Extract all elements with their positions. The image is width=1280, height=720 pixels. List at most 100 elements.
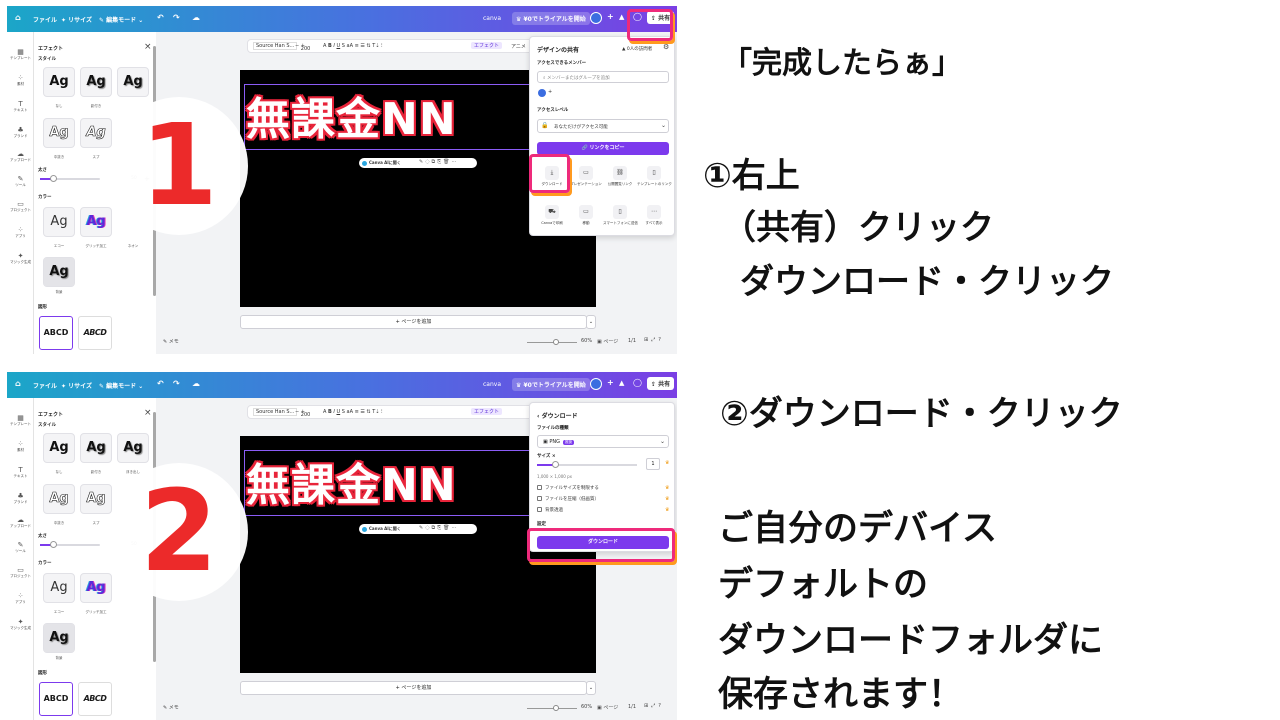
- avatar[interactable]: [590, 12, 602, 24]
- doc-title[interactable]: canva: [483, 381, 501, 388]
- pages-button[interactable]: ▣ ページ: [597, 338, 618, 345]
- add-page-button[interactable]: + ページを追加: [240, 315, 587, 329]
- option-print[interactable]: ⛟ Canvaで印刷: [535, 205, 569, 226]
- style-tile-echo[interactable]: Ag: [43, 573, 75, 603]
- file-menu[interactable]: ファイル: [33, 381, 57, 390]
- rail-item-uploads[interactable]: ☁ アップロード: [7, 516, 34, 529]
- style-tile-echo[interactable]: Ag: [43, 207, 75, 237]
- home-icon[interactable]: ⌂: [15, 379, 21, 388]
- rail-item-elements[interactable]: ⁘ 素材: [7, 74, 34, 87]
- style-tile-background[interactable]: Ag: [43, 623, 75, 653]
- font-size[interactable]: − 200 +: [295, 409, 310, 418]
- access-level-select[interactable]: あなただけがアクセス可能: [537, 119, 669, 133]
- floating-tool-icons[interactable]: ✎◌⧉⎘🗑⋯: [419, 525, 458, 531]
- ask-ai-button[interactable]: Canva AIに聞く: [369, 160, 401, 166]
- resize-menu[interactable]: ✦ リサイズ: [61, 381, 92, 390]
- size-slider[interactable]: [537, 461, 637, 468]
- back-button[interactable]: ‹ ダウンロード: [537, 411, 578, 420]
- thickness-slider[interactable]: [40, 541, 100, 548]
- compress-checkbox[interactable]: ファイルを圧縮（低画質）: [537, 496, 599, 502]
- style-tile-shadow[interactable]: Ag: [80, 433, 112, 463]
- undo-icon[interactable]: ↶: [157, 13, 164, 22]
- edit-mode-menu[interactable]: ✎ 編集モード ⌄: [99, 15, 143, 24]
- style-tile-lift[interactable]: Ag: [117, 433, 149, 463]
- font-size[interactable]: − 200 +: [295, 43, 310, 52]
- rail-item-apps[interactable]: ⁘ アプリ: [7, 592, 34, 605]
- comment-icon[interactable]: ◯: [633, 378, 642, 387]
- visitor-count[interactable]: ▲ 0人の訪問者: [622, 46, 652, 52]
- notes-button[interactable]: ✎ メモ: [163, 704, 179, 711]
- ask-ai-button[interactable]: Canva AIに聞く: [369, 526, 401, 532]
- analytics-icon[interactable]: ▲: [619, 379, 624, 387]
- notes-button[interactable]: ✎ メモ: [163, 338, 179, 345]
- rail-item-text[interactable]: T テキスト: [7, 466, 34, 479]
- rail-item-templates[interactable]: ▦ テンプレート: [7, 414, 34, 427]
- rail-item-apps[interactable]: ⁘ アプリ: [7, 226, 34, 239]
- add-member-icon[interactable]: +: [607, 12, 614, 21]
- style-tile-glitch[interactable]: Ag: [80, 207, 112, 237]
- shape-tile-none[interactable]: ABCD: [39, 682, 73, 716]
- rail-item-uploads[interactable]: ☁ アップロード: [7, 150, 34, 163]
- rail-item-templates[interactable]: ▦ テンプレート: [7, 48, 34, 61]
- animate-button[interactable]: アニメ: [511, 43, 526, 50]
- chevron-down-icon[interactable]: ⌄: [586, 681, 596, 695]
- rail-item-tools[interactable]: ✎ ツール: [7, 541, 34, 554]
- shape-tile-curve[interactable]: ABCD: [78, 316, 112, 350]
- limit-size-checkbox[interactable]: ファイルサイズを制限する: [537, 485, 599, 491]
- font-select[interactable]: Source Han S...: [253, 408, 298, 416]
- view-icons[interactable]: ⊞⤢?: [644, 703, 664, 709]
- zoom-value[interactable]: 60%: [581, 338, 592, 344]
- rail-item-brand[interactable]: ♣ ブランド: [7, 126, 34, 139]
- undo-icon[interactable]: ↶: [157, 379, 164, 388]
- style-tile-none[interactable]: Ag: [43, 67, 75, 97]
- floating-tool-icons[interactable]: ✎◌⧉⎘🗑⋯: [419, 159, 458, 165]
- pages-button[interactable]: ▣ ページ: [597, 704, 618, 711]
- rail-item-brand[interactable]: ♣ ブランド: [7, 492, 34, 505]
- rail-item-text[interactable]: T テキスト: [7, 100, 34, 113]
- resize-menu[interactable]: ✦ リサイズ: [61, 15, 92, 24]
- shape-tile-curve[interactable]: ABCD: [78, 682, 112, 716]
- effects-button[interactable]: エフェクト: [471, 408, 503, 415]
- style-tile-background[interactable]: Ag: [43, 257, 75, 287]
- text-format-icons[interactable]: A B I U S aA ≡ ☰ ⇅ T⇣ ⁝: [323, 409, 383, 415]
- file-type-select[interactable]: ▣ PNG 推奨: [537, 435, 669, 448]
- option-see-all[interactable]: ⋯ すべて表示: [637, 205, 671, 226]
- avatar[interactable]: [590, 378, 602, 390]
- doc-title[interactable]: canva: [483, 15, 501, 22]
- style-tile-glitch[interactable]: Ag: [80, 573, 112, 603]
- style-tile-splice[interactable]: Ag: [80, 118, 112, 148]
- redo-icon[interactable]: ↷: [173, 13, 180, 22]
- shape-tile-none[interactable]: ABCD: [39, 316, 73, 350]
- option-present[interactable]: ▭ プレゼンテーション: [569, 166, 603, 187]
- transparent-bg-checkbox[interactable]: 背景透過: [537, 507, 563, 513]
- home-icon[interactable]: ⌂: [15, 13, 21, 22]
- trial-button[interactable]: ♛ ¥0でトライアルを開始: [512, 378, 590, 391]
- rail-item-elements[interactable]: ⁘ 素材: [7, 440, 34, 453]
- thickness-slider[interactable]: [40, 175, 100, 182]
- size-input[interactable]: 1: [646, 458, 660, 470]
- close-icon[interactable]: ×: [144, 408, 152, 418]
- view-icons[interactable]: ⊞⤢?: [644, 337, 664, 343]
- style-tile-none[interactable]: Ag: [43, 433, 75, 463]
- edit-mode-menu[interactable]: ✎ 編集モード ⌄: [99, 381, 143, 390]
- option-template-link[interactable]: ▯ テンプレートのリンク: [637, 166, 672, 187]
- style-tile-splice[interactable]: Ag: [80, 484, 112, 514]
- option-public-link[interactable]: ⛓ 公開閲覧リンク: [603, 166, 637, 187]
- rail-item-projects[interactable]: ▭ プロジェクト: [7, 200, 34, 213]
- style-tile-hollow[interactable]: Ag: [43, 484, 75, 514]
- effects-button[interactable]: エフェクト: [471, 42, 503, 49]
- option-move[interactable]: ▭ 移動: [569, 205, 603, 226]
- font-select[interactable]: Source Han S...: [253, 42, 298, 50]
- zoom-value[interactable]: 60%: [581, 704, 592, 710]
- share-button[interactable]: ⇪ 共有: [647, 377, 675, 390]
- file-menu[interactable]: ファイル: [33, 15, 57, 24]
- trial-button[interactable]: ♛ ¥0でトライアルを開始: [512, 12, 590, 25]
- zoom-slider[interactable]: [527, 705, 577, 711]
- add-icon[interactable]: +: [548, 89, 552, 95]
- zoom-slider[interactable]: [527, 339, 577, 345]
- style-tile-lift[interactable]: Ag: [117, 67, 149, 97]
- rail-item-projects[interactable]: ▭ プロジェクト: [7, 566, 34, 579]
- member-search-input[interactable]: ⌕ メンバーまたはグループを追加: [537, 71, 669, 83]
- gear-icon[interactable]: ⚙: [663, 43, 669, 51]
- text-format-icons[interactable]: A B I U S aA ≡ ☰ ⇅ T⇣ ⁝: [323, 43, 383, 49]
